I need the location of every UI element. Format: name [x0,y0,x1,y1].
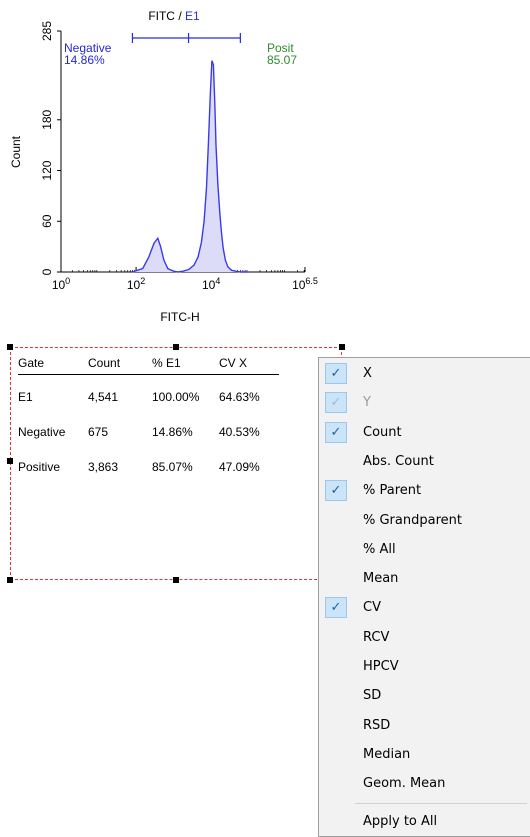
menu-item-abs-count[interactable]: Abs. Count [319,448,530,477]
menu-item-geom-mean[interactable]: Geom. Mean [319,770,530,799]
y-tick-label: 60 [40,214,54,228]
cell-percent: 14.86% [152,424,193,439]
cell-cv: 64.63% [219,389,260,404]
gate-bar[interactable] [131,33,241,43]
y-axis-ticks: 0 60 120 180 285 [40,21,61,275]
menu-item-sd[interactable]: SD [319,682,530,711]
menu-item-label: SD [363,688,382,704]
menu-item-label: Apply to All [363,813,438,829]
menu-item-hpcv[interactable]: HPCV [319,653,530,682]
menu-item-apply-to-all[interactable]: Apply to All [319,808,530,837]
y-tick-label: 180 [40,109,54,129]
cell-count: 675 [88,424,109,439]
cell-cv: 47.09% [219,459,260,474]
y-axis-label: Count [9,135,23,168]
header-percent-e1: % E1 [152,356,181,370]
menu-item-count[interactable]: ✓ Count [319,419,530,448]
cell-gate: Negative [18,424,66,439]
checkmark-icon: ✓ [325,421,347,443]
cell-count: 4,541 [88,389,119,404]
menu-item-mean[interactable]: Mean [319,565,530,594]
menu-item-label: Median [363,746,411,762]
chart-title-parameter: FITC [148,9,175,23]
statistics-table: Gate Count % E1 CV X E1 4,541 100.00% 64… [18,352,279,484]
header-gate: Gate [18,356,45,370]
menu-item-label: % Parent [363,483,422,499]
x-tick-label: 104 [202,276,220,292]
histogram-area [132,60,249,272]
menu-separator [355,802,527,804]
menu-item-label: Mean [363,571,399,587]
menu-item-label: X [363,366,372,381]
menu-item-label: Count [363,424,402,440]
menu-item-x[interactable]: ✓ X [319,360,530,389]
checkmark-icon: ✓ [325,363,347,384]
menu-item-all[interactable]: % All [319,536,530,565]
header-cv-x: CV X [219,356,248,370]
checkmark-icon: ✓ [325,597,347,619]
menu-item-parent[interactable]: ✓ % Parent [319,477,530,506]
menu-item-grandparent[interactable]: % Grandparent [319,507,530,536]
y-tick-label: 0 [40,268,54,275]
resize-handle-top-middle[interactable] [173,344,179,350]
cell-gate: E1 [18,389,33,404]
histogram-line [132,60,249,273]
cell-percent: 85.07% [152,459,193,474]
resize-handle-bottom-middle[interactable] [173,577,179,583]
menu-item-rsd[interactable]: RSD [319,712,530,741]
menu-item-median[interactable]: Median [319,741,530,770]
statistics-row: Negative 675 14.86% 40.53% [18,414,279,449]
menu-item-label: Abs. Count [363,453,434,469]
cell-cv: 40.53% [219,424,260,439]
x-tick-label: 106.5 [292,276,318,292]
chart-title-gate: E1 [185,9,200,23]
y-tick-label: 120 [40,160,54,180]
resize-handle-top-left[interactable] [7,344,13,350]
menu-item-label: CV [363,600,381,616]
checkmark-icon: ✓ [325,392,347,414]
statistics-row: E1 4,541 100.00% 64.63% [18,375,279,415]
menu-item-label: % All [363,541,396,557]
checkmark-icon: ✓ [325,480,347,502]
negative-gate-percent: 14.86% [64,53,105,67]
cell-percent: 100.00% [152,389,200,404]
menu-item-label: HPCV [363,659,399,674]
menu-item-label: RCV [363,629,390,645]
statistics-row: Positive 3,863 85.07% 47.09% [18,449,279,484]
menu-item-label: RSD [363,717,391,733]
resize-handle-bottom-left[interactable] [7,577,13,583]
cell-count: 3,863 [88,459,119,474]
histogram-plot: FITC / E1 060120180285 100 102 104 106.5 Ne… [9,9,318,324]
positive-gate-percent: 85.07 [267,53,297,67]
menu-item-label: Geom. Mean [363,776,446,792]
menu-item-rcv[interactable]: RCV [319,624,530,653]
y-tick-label: 285 [40,21,54,41]
menu-item-y: ✓ Y [319,389,530,418]
resize-handle-top-right[interactable] [339,344,345,350]
menu-item-label: Y [363,395,371,411]
resize-handle-middle-left[interactable] [7,458,13,464]
menu-item-cv[interactable]: ✓ CV [319,594,530,623]
chart-title: FITC / E1 [148,9,200,23]
statistics-context-menu: ✓ X ✓ Y ✓ Count Abs. Count ✓% Parent% Grandpare… [318,357,530,837]
cell-gate: Positive [18,459,61,474]
x-axis-label: FITC-H [160,310,199,324]
chart-title-separator: / [175,9,185,23]
x-tick-label: 102 [127,276,145,292]
menu-item-label: % Grandparent [363,512,462,528]
x-tick-label: 100 [52,276,70,292]
header-count: Count [88,356,121,370]
statistics-header-row: Gate Count % E1 CV X [18,352,279,375]
